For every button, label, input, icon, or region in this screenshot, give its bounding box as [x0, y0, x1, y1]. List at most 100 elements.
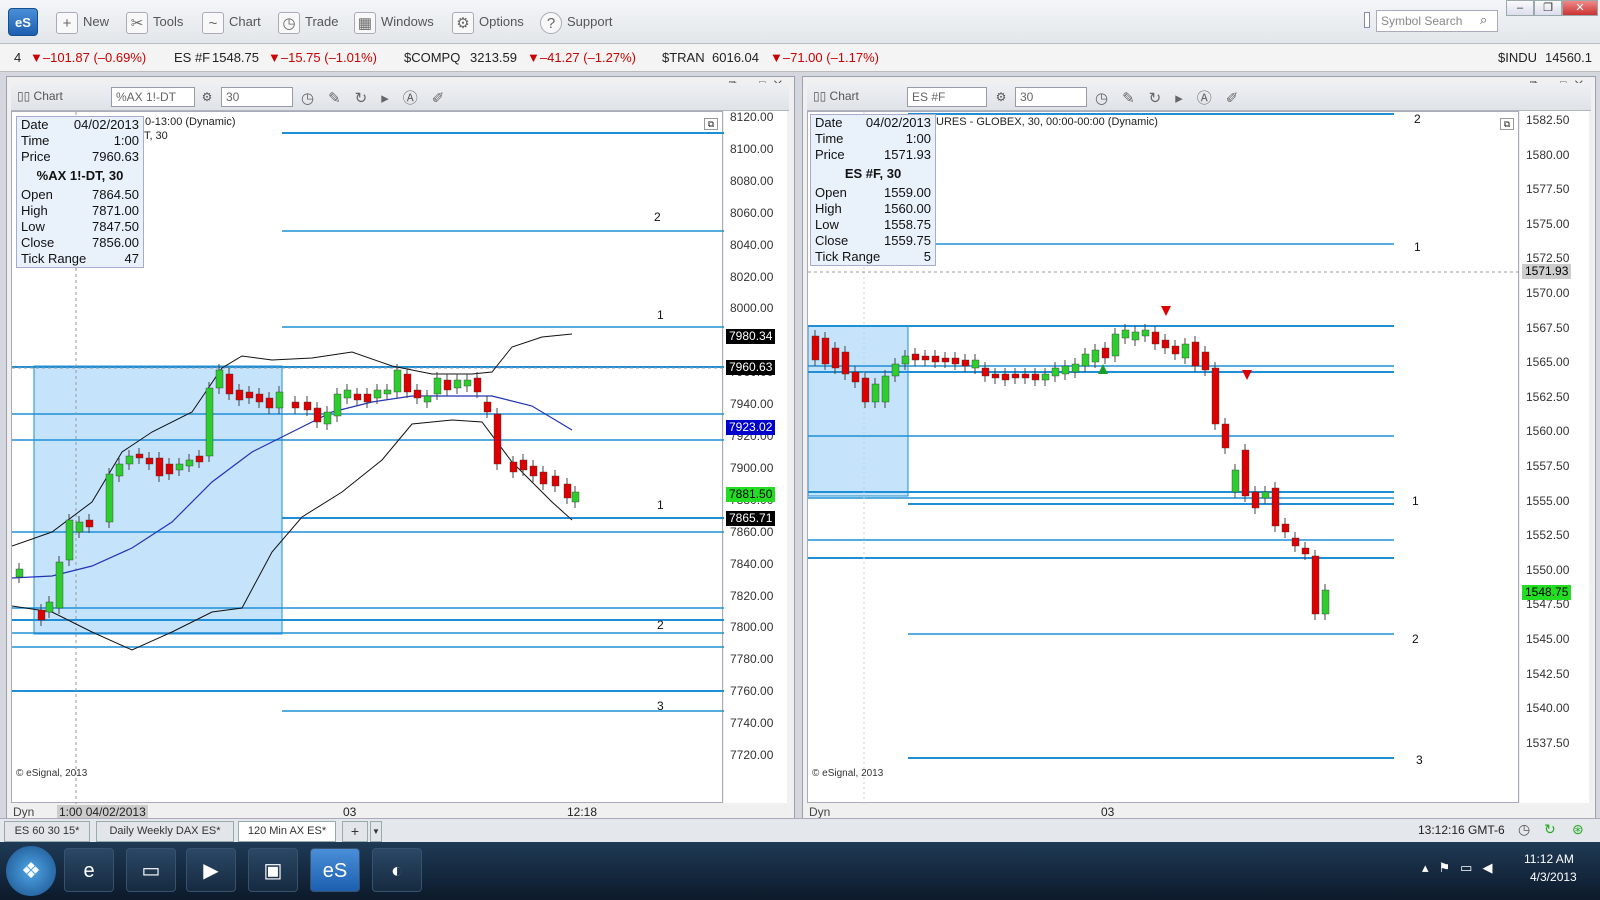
- esignal-taskbar-icon[interactable]: eS: [310, 848, 360, 892]
- y-tick: 7800.00: [730, 620, 774, 635]
- candle: [571, 491, 580, 503]
- tab-120-min[interactable]: 120 Min AX ES*: [238, 821, 336, 842]
- candle: [483, 401, 492, 413]
- options-button[interactable]: ⚙ Options: [452, 10, 524, 34]
- right-plot-area[interactable]: URES - GLOBEX, 30, 00:00-00:00 (Dynamic)…: [807, 111, 1520, 804]
- value: 04/02/2013: [865, 115, 931, 130]
- start-button[interactable]: ❖: [6, 846, 56, 896]
- close-button[interactable]: ✕: [1562, 0, 1598, 16]
- minimize-button[interactable]: –: [1506, 0, 1534, 16]
- candle: [165, 463, 174, 475]
- left-chart-window: ⧉–□✕ ▯▯ Chart %AX 1!-DT ⚙ 30 ◷✎↻▸Ⓐ✐ 0-13…: [6, 76, 795, 820]
- link-icon[interactable]: [1364, 12, 1370, 28]
- gear-icon[interactable]: ⚙: [197, 87, 217, 107]
- media-player-icon[interactable]: ▶: [186, 848, 236, 892]
- price-tag: 1548.75: [1522, 585, 1572, 600]
- left-plot-area[interactable]: 0-13:00 (Dynamic) DT, 30 Date 04/02/2013 …: [11, 111, 724, 804]
- chart-button[interactable]: ~ Chart: [202, 10, 261, 34]
- new-button[interactable]: + New: [56, 10, 109, 34]
- left-price-axis: 8120.00 8100.00 8080.00 8060.00 8040.00 8020.…: [724, 110, 787, 803]
- new-label: New: [83, 14, 110, 29]
- candle: [1231, 469, 1240, 493]
- candle: [255, 393, 264, 403]
- chart-label: Chart: [229, 14, 261, 29]
- copyright: © eSignal, 2013: [16, 768, 88, 779]
- candle: [1161, 339, 1170, 349]
- sell-arrow-icon: [1242, 370, 1252, 380]
- candle: [901, 355, 910, 365]
- ticker-sym: ES #F: [174, 50, 211, 65]
- candle: [1191, 341, 1200, 367]
- clock-icon[interactable]: ◷: [1518, 821, 1530, 838]
- draw-tools[interactable]: ◷✎↻▸Ⓐ✐: [1095, 87, 1252, 108]
- windows-taskbar: ❖ e ▭ ▶ ▣ eS ◐ ▴⚑▭◀ 11:12 AM 4/3/2013: [0, 842, 1600, 900]
- app-icon[interactable]: ◐: [372, 848, 422, 892]
- candle: [509, 461, 518, 473]
- value: 7847.50: [92, 219, 139, 234]
- data-window: Date 04/02/2013 Time 1:00 Price 7960.63 %AX…: [16, 116, 144, 268]
- tab-menu-button[interactable]: ▼: [370, 821, 382, 842]
- dyn-button[interactable]: Dyn: [13, 805, 34, 819]
- level-label: 1: [657, 498, 664, 512]
- candle: [353, 393, 362, 401]
- tools-button[interactable]: ✂ Tools: [126, 10, 183, 34]
- ticker-price: 3213.59: [470, 50, 517, 65]
- windows-button[interactable]: ▦ Windows: [354, 10, 434, 34]
- add-tab-button[interactable]: +: [342, 821, 368, 842]
- support-button[interactable]: ? Support: [540, 10, 613, 34]
- y-tick: 8040.00: [730, 237, 774, 252]
- restore-icon[interactable]: ⧉: [704, 118, 718, 130]
- tab-es-60-30-15[interactable]: ES 60 30 15*: [4, 821, 90, 842]
- value: 5: [923, 249, 931, 264]
- level-label: 2: [654, 210, 661, 224]
- restore-icon[interactable]: ⧉: [1500, 118, 1514, 130]
- chart-title: ▯▯ Chart: [813, 89, 859, 103]
- y-tick: 1575.00: [1526, 216, 1570, 231]
- candle: [1311, 555, 1320, 615]
- candle: [1101, 347, 1110, 359]
- draw-tools[interactable]: ◷✎↻▸Ⓐ✐: [301, 87, 458, 108]
- y-tick: 1557.50: [1526, 459, 1570, 473]
- candle: [125, 455, 134, 465]
- candle: [941, 357, 950, 363]
- y-tick: 7720.00: [730, 748, 774, 762]
- esignal-logo[interactable]: eS: [8, 8, 38, 36]
- label: Low: [21, 219, 45, 234]
- label: Time: [815, 131, 844, 146]
- label: Tick Range: [815, 249, 881, 264]
- y-tick: 7780.00: [730, 652, 774, 667]
- interval-select[interactable]: 30: [221, 87, 293, 107]
- trade-button[interactable]: ◷ Trade: [278, 10, 338, 34]
- gear-icon[interactable]: ⚙: [991, 87, 1011, 107]
- search-icon[interactable]: ⌕: [1480, 12, 1487, 28]
- y-tick: 1582.50: [1526, 113, 1570, 127]
- candle: [453, 379, 462, 389]
- refresh-icon[interactable]: ↻: [1544, 821, 1556, 838]
- value: 1559.00: [884, 185, 931, 200]
- y-tick: 1537.50: [1526, 735, 1570, 750]
- symbol-select[interactable]: %AX 1!-DT: [111, 87, 195, 107]
- y-tick: 8120.00: [730, 110, 774, 124]
- candle: [1211, 367, 1220, 425]
- restore-button[interactable]: ❐: [1534, 0, 1562, 16]
- interval-select[interactable]: 30: [1015, 87, 1087, 107]
- ie-icon[interactable]: e: [64, 848, 114, 892]
- candle: [205, 387, 214, 457]
- tab-daily-weekly[interactable]: Daily Weekly DAX ES*: [96, 821, 234, 842]
- explorer-icon[interactable]: ▭: [126, 848, 176, 892]
- y-tick: 1567.50: [1526, 320, 1570, 335]
- symbol-select[interactable]: ES #F: [907, 87, 987, 107]
- candle: [1281, 523, 1290, 533]
- connection-icon[interactable]: ⊛: [1572, 821, 1584, 838]
- dyn-button[interactable]: Dyn: [809, 805, 830, 819]
- candle: [245, 391, 254, 399]
- candle: [323, 411, 332, 425]
- candle: [115, 463, 124, 477]
- remote-desktop-icon[interactable]: ▣: [248, 848, 298, 892]
- symbol-value: ES #F: [912, 90, 946, 104]
- label: Time: [21, 133, 50, 148]
- y-tick: 7820.00: [730, 588, 774, 603]
- ticker-change: ▼–15.75 (–1.01%): [268, 50, 377, 65]
- tray-icons[interactable]: ▴⚑▭◀: [1422, 860, 1502, 876]
- candle: [65, 519, 74, 561]
